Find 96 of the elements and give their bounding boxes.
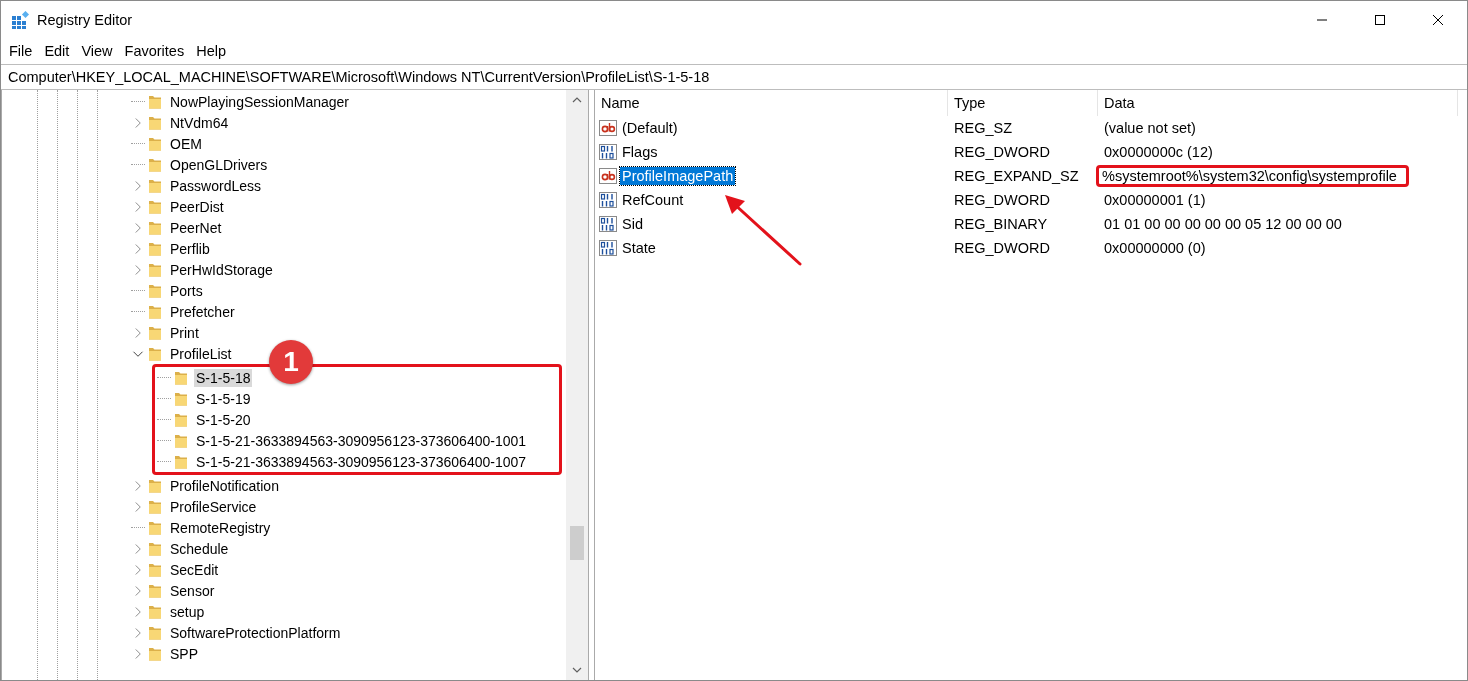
menu-item[interactable]: Favorites (118, 43, 191, 59)
value-data: %systemroot%\system32\config\systemprofile (1096, 165, 1409, 187)
folder-icon (148, 261, 162, 278)
tree-item[interactable]: S-1-5-21-3633894563-3090956123-373606400-1001 (194, 431, 529, 450)
column-header[interactable]: Name (595, 90, 948, 116)
window-title: Registry Editor (37, 12, 134, 28)
tree-item[interactable]: S-1-5-18 (194, 368, 253, 387)
tree-item[interactable]: Ports (168, 281, 205, 300)
scrollbar-thumb[interactable] (570, 526, 584, 560)
value-name[interactable]: Sid (620, 215, 645, 233)
column-header[interactable]: Type (948, 90, 1098, 116)
scroll-down-icon[interactable] (572, 667, 582, 673)
tree-item[interactable]: Perflib (168, 239, 212, 258)
folder-icon (148, 345, 162, 362)
folder-icon (148, 240, 162, 257)
folder-icon (174, 411, 188, 428)
tree-item[interactable]: PasswordLess (168, 176, 264, 195)
folder-icon (148, 135, 162, 152)
folder-icon (148, 177, 162, 194)
menu-item[interactable]: Help (190, 43, 232, 59)
tree-item[interactable]: PeerDist (168, 197, 226, 216)
folder-icon (148, 477, 162, 494)
value-name[interactable]: State (620, 239, 658, 257)
tree-item[interactable]: PerHwIdStorage (168, 260, 275, 279)
folder-icon (148, 624, 162, 641)
value-name[interactable]: ProfileImagePath (620, 167, 736, 185)
binary-value-icon (599, 191, 617, 209)
tree-item[interactable]: SoftwareProtectionPlatform (168, 623, 343, 642)
value-data: 0x0000000c (12) (1103, 143, 1214, 162)
folder-icon (148, 498, 162, 515)
value-data: 01 01 00 00 00 00 00 05 12 00 00 00 (1103, 215, 1343, 234)
string-value-icon (599, 119, 617, 137)
menu-item[interactable]: Edit (38, 43, 76, 59)
address-bar[interactable]: Computer\HKEY_LOCAL_MACHINE\SOFTWARE\Microsoft\Windows NT\CurrentVersion\ProfileList\S-1-5-18 (1, 64, 1467, 90)
folder-icon (148, 519, 162, 536)
tree-item[interactable]: setup (168, 602, 207, 621)
value-type: REG_DWORD (953, 240, 1051, 256)
folder-icon (148, 561, 162, 578)
binary-value-icon (599, 215, 617, 233)
close-icon (1432, 14, 1444, 26)
value-type: REG_DWORD (953, 144, 1051, 160)
vertical-scrollbar[interactable] (566, 90, 588, 680)
tree-item[interactable]: SPP (168, 644, 200, 663)
folder-icon (174, 390, 188, 407)
folder-icon (148, 582, 162, 599)
tree-item[interactable]: Sensor (168, 581, 217, 600)
folder-icon (174, 369, 188, 386)
tree-item[interactable]: Prefetcher (168, 302, 237, 321)
value-name[interactable]: RefCount (620, 191, 686, 209)
menu-item[interactable]: View (75, 43, 119, 59)
menu-item[interactable]: File (3, 43, 39, 59)
folder-icon (148, 198, 162, 215)
tree-item[interactable]: S-1-5-21-3633894563-3090956123-373606400-1007 (194, 452, 529, 471)
folder-icon (174, 453, 188, 470)
folder-icon (174, 432, 188, 449)
value-type: REG_BINARY (953, 216, 1049, 232)
folder-icon (148, 645, 162, 662)
tree-item[interactable]: OpenGLDrivers (168, 155, 270, 174)
binary-value-icon (599, 143, 617, 161)
value-type: REG_SZ (953, 120, 1013, 136)
tree-item[interactable]: Schedule (168, 539, 231, 558)
folder-icon (148, 303, 162, 320)
column-header[interactable]: Data (1098, 90, 1458, 116)
value-name[interactable]: Flags (620, 143, 660, 161)
value-data: 0x00000001 (1) (1103, 191, 1207, 210)
tree-item[interactable]: Print (168, 323, 201, 342)
folder-icon (148, 114, 162, 131)
folder-icon (148, 219, 162, 236)
folder-icon (148, 603, 162, 620)
step-number-badge: 1 (269, 340, 313, 384)
value-name[interactable]: (Default) (620, 119, 680, 137)
tree-item[interactable]: NtVdm64 (168, 113, 231, 132)
tree-item[interactable]: ProfileNotification (168, 476, 281, 495)
value-data: (value not set) (1103, 119, 1197, 138)
tree-item[interactable]: S-1-5-20 (194, 410, 253, 429)
maximize-icon (1374, 14, 1386, 26)
tree-item[interactable]: RemoteRegistry (168, 518, 273, 537)
scroll-up-icon[interactable] (572, 97, 582, 103)
registry-grid-icon (11, 11, 29, 29)
folder-icon (148, 156, 162, 173)
folder-icon (148, 93, 162, 110)
tree-item[interactable]: OEM (168, 134, 204, 153)
string-value-icon (599, 167, 617, 185)
tree-item[interactable]: ProfileList (168, 344, 234, 363)
value-type: REG_EXPAND_SZ (953, 168, 1080, 184)
tree-item[interactable]: NowPlayingSessionManager (168, 92, 351, 111)
tree-item[interactable]: PeerNet (168, 218, 224, 237)
value-type: REG_DWORD (953, 192, 1051, 208)
tree-item[interactable]: S-1-5-19 (194, 389, 253, 408)
folder-icon (148, 324, 162, 341)
folder-icon (148, 282, 162, 299)
value-data: 0x00000000 (0) (1103, 239, 1207, 258)
folder-icon (148, 540, 162, 557)
tree-item[interactable]: ProfileService (168, 497, 259, 516)
tree-item[interactable]: SecEdit (168, 560, 221, 579)
binary-value-icon (599, 239, 617, 257)
